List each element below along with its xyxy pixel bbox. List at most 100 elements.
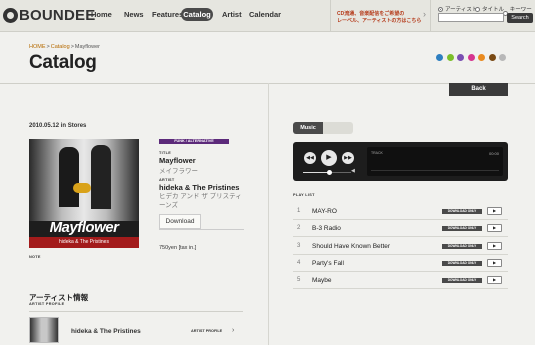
- music-player: ◀◀ ▶ ▶▶ ◀ TRACK 00:00: [293, 142, 508, 181]
- download-only-badge: DOWNLOAD ONLY: [442, 260, 482, 266]
- track-play-button[interactable]: ▶: [487, 207, 502, 215]
- breadcrumb-home[interactable]: HOME: [29, 44, 46, 50]
- site-logo[interactable]: BOUNDEE: [3, 5, 95, 25]
- download-only-badge: DOWNLOAD ONLY: [442, 209, 482, 214]
- price-divider: [159, 229, 244, 230]
- playlist-row[interactable]: 3 Should Have Known Better DOWNLOAD ONLY ▶: [293, 238, 508, 255]
- promo-text-line2: レーベル、アーティストの方はこちら: [337, 18, 422, 24]
- track-play-button[interactable]: ▶: [487, 241, 502, 250]
- color-dot[interactable]: [499, 54, 506, 61]
- track-play-button[interactable]: ▶: [487, 224, 502, 233]
- breadcrumb-catalog[interactable]: Catalog: [51, 44, 70, 50]
- color-dot[interactable]: [467, 54, 475, 61]
- album-cover: Mayflower hideka & The Pristines: [29, 139, 139, 248]
- download-only-badge: DOWNLOAD ONLY: [442, 278, 482, 284]
- artist-info-subheading: ARTIST PROFILE: [29, 302, 65, 306]
- price: 750yen [tax in.]: [159, 245, 197, 251]
- breadcrumb: HOME > Catalog > Mayflower: [29, 44, 100, 50]
- search-option-label: アーティスト: [445, 7, 478, 13]
- release-artist: hideka & The Pristines: [159, 183, 240, 192]
- nav-artist[interactable]: Artist: [222, 10, 242, 19]
- color-dot[interactable]: [446, 54, 454, 61]
- genre-badge: FUNK / ALTERNATIVE: [159, 139, 229, 144]
- breadcrumb-separator: >: [46, 44, 50, 50]
- playlist-row[interactable]: 2 B-3 Radio DOWNLOAD ONLY ▶: [293, 220, 508, 238]
- download-only-badge: DOWNLOAD ONLY: [442, 226, 482, 232]
- artist-thumbnail[interactable]: [29, 317, 59, 343]
- next-button[interactable]: ▶▶: [342, 152, 354, 164]
- track-play-button[interactable]: ▶: [487, 258, 502, 267]
- nav-features[interactable]: Features: [152, 10, 183, 19]
- cover-title: Mayflower: [49, 219, 119, 236]
- release-title: Mayflower: [159, 156, 196, 165]
- release-artist-kana: ヒデカ アンド ザ プリスティーンズ: [159, 193, 242, 209]
- track-number: 3: [297, 242, 301, 249]
- track-title[interactable]: Party's Fall: [312, 260, 344, 267]
- label-promo-banner[interactable]: CD流通、音楽配信をご希望の レーベル、アーティストの方はこちら ›: [330, 0, 431, 31]
- volume-slider-handle[interactable]: [326, 170, 332, 175]
- radio-checked-icon: [438, 6, 443, 12]
- play-button[interactable]: ▶: [321, 150, 337, 166]
- playlist-row[interactable]: 4 Party's Fall DOWNLOAD ONLY ▶: [293, 255, 508, 272]
- cover-figure-right: [91, 145, 111, 209]
- volume-icon: ◀: [351, 168, 355, 174]
- search-input[interactable]: [438, 13, 504, 22]
- artist-label: ARTIST: [159, 178, 175, 182]
- track-number: 5: [297, 277, 301, 284]
- track-play-button[interactable]: ▶: [487, 276, 502, 285]
- nav-calendar[interactable]: Calendar: [249, 10, 281, 19]
- playlist-label: PLAY LIST: [293, 193, 315, 197]
- progress-bar[interactable]: [371, 170, 499, 171]
- column-divider: [268, 83, 269, 345]
- track-title[interactable]: Should Have Known Better: [312, 243, 390, 250]
- note-label: NOTE: [29, 255, 41, 259]
- playlist-row[interactable]: 5 Maybe DOWNLOAD ONLY ▶: [293, 272, 508, 290]
- color-dot[interactable]: [457, 54, 464, 61]
- logo-mark-icon: [3, 7, 18, 23]
- cover-guitar: [73, 183, 91, 193]
- color-dot[interactable]: [436, 54, 443, 61]
- nav-news[interactable]: News: [124, 10, 144, 19]
- cover-photo: [29, 139, 139, 221]
- release-date: 2010.05.12 in Stores: [29, 123, 87, 129]
- track-title[interactable]: MAY-RO: [312, 208, 337, 215]
- time-display: 00:00: [488, 151, 499, 156]
- nav-catalog[interactable]: Catalog: [181, 8, 213, 21]
- search-option-title[interactable]: タイトル: [475, 5, 504, 13]
- track-number: 2: [297, 225, 301, 232]
- promo-text-line1: CD流通、音楽配信をご希望の: [337, 11, 405, 17]
- release-title-kana: メイフラワー: [159, 168, 198, 175]
- color-dot[interactable]: [478, 54, 485, 61]
- player-display: TRACK 00:00: [367, 147, 503, 176]
- page-title: Catalog: [29, 52, 97, 73]
- search-option-label: タイトル: [482, 7, 505, 13]
- track-number: 1: [297, 208, 301, 214]
- logo-text: BOUNDEE: [19, 6, 96, 24]
- tab-inactive[interactable]: [323, 122, 353, 134]
- nav-home[interactable]: Home: [91, 10, 112, 19]
- cover-artist: hideka & The Pristines: [29, 237, 139, 248]
- tab-music[interactable]: Music: [293, 122, 323, 134]
- breadcrumb-separator: >: [70, 44, 74, 50]
- download-button[interactable]: Download: [159, 214, 201, 229]
- color-dot[interactable]: [488, 54, 496, 61]
- volume-slider-fill: [303, 172, 330, 173]
- search-button[interactable]: Search: [507, 13, 533, 23]
- search-option-artist[interactable]: アーティスト: [438, 5, 477, 13]
- previous-button[interactable]: ◀◀: [304, 152, 316, 164]
- download-only-badge: DOWNLOAD ONLY: [442, 243, 482, 249]
- track-title[interactable]: Maybe: [312, 277, 332, 284]
- artist-profile-link[interactable]: ARTIST PROFILE: [191, 329, 222, 333]
- artist-row-name[interactable]: hideka & The Pristines: [71, 328, 141, 335]
- track-label: TRACK: [371, 151, 383, 155]
- playlist-row[interactable]: 1 MAY-RO DOWNLOAD ONLY ▶: [293, 203, 508, 220]
- chevron-right-icon: ›: [423, 9, 426, 19]
- back-button[interactable]: Back: [449, 83, 508, 96]
- artist-row-divider: [29, 311, 243, 312]
- radio-unchecked-icon: [475, 6, 480, 12]
- title-label: TITLE: [159, 151, 172, 155]
- chevron-right-icon[interactable]: ›: [232, 327, 234, 334]
- track-title[interactable]: B-3 Radio: [312, 225, 341, 232]
- site-header: BOUNDEE Home News Features Catalog Artis…: [0, 0, 535, 32]
- cover-figure-left: [59, 147, 79, 207]
